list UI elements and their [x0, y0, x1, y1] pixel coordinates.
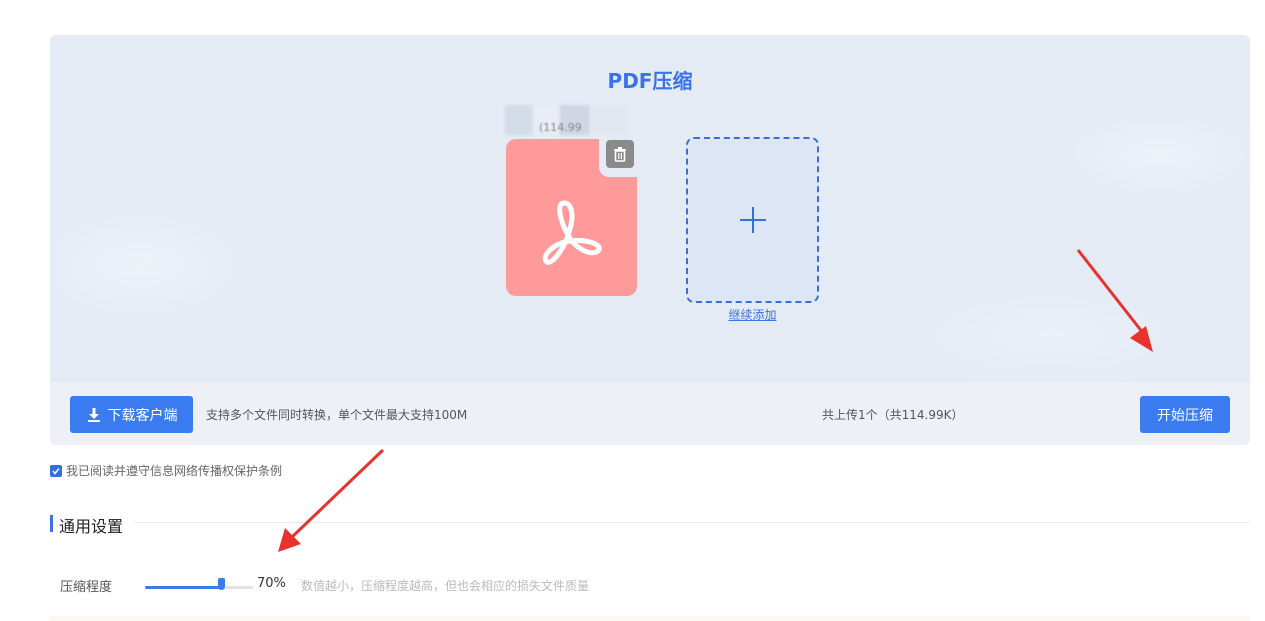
slider-fill [145, 586, 221, 589]
agreement-row: 我已阅读并遵守信息网络传播权保护条例 [50, 462, 282, 479]
compression-label: 压缩程度 [60, 580, 113, 595]
uploaded-file-card: (114.99 [505, 105, 637, 297]
agreement-checkbox[interactable] [50, 464, 62, 477]
section-divider [134, 522, 1250, 523]
download-icon [87, 407, 100, 422]
page-title: PDF压缩 [607, 69, 693, 93]
start-compress-button[interactable]: 开始压缩 [1140, 396, 1230, 433]
upload-toolbar: 下载客户端 支持多个文件同时转换，单个文件最大支持100M 共上传1个（共114… [50, 382, 1250, 445]
section-accent-bar [50, 515, 53, 532]
compression-slider[interactable] [145, 578, 253, 590]
download-client-button[interactable]: 下载客户端 [70, 396, 193, 433]
pdf-acrobat-icon [542, 200, 602, 265]
upload-hint: 支持多个文件同时转换，单个文件最大支持100M [206, 408, 468, 422]
add-file-box[interactable] [686, 137, 819, 303]
section-title: 通用设置 [59, 517, 124, 536]
continue-add-link[interactable]: 继续添加 [686, 306, 819, 323]
footer-strip [50, 616, 1250, 621]
download-client-label: 下载客户端 [107, 407, 178, 424]
arrow-to-slider [278, 448, 385, 552]
upload-count: 共上传1个（共114.99K） [822, 408, 964, 422]
checkmark-icon [52, 467, 60, 475]
trash-icon [614, 147, 626, 162]
upload-panel: PDF压缩 (114.99 继续添加 下载客户端 支持多个文件同时转换，单个文件… [50, 35, 1250, 445]
delete-file-button[interactable] [606, 140, 634, 168]
slider-thumb[interactable] [218, 578, 225, 590]
general-settings-header: 通用设置 [50, 513, 1250, 536]
agreement-label[interactable]: 我已阅读并遵守信息网络传播权保护条例 [66, 462, 282, 479]
upload-drop-area[interactable]: PDF压缩 (114.99 继续添加 [50, 35, 1250, 382]
file-size: (114.99 [539, 121, 582, 134]
plus-icon [740, 207, 766, 233]
compression-value: 70% [257, 576, 286, 591]
compression-description: 数值越小，压缩程度越高，但也会相应的损失文件质量 [301, 579, 590, 593]
